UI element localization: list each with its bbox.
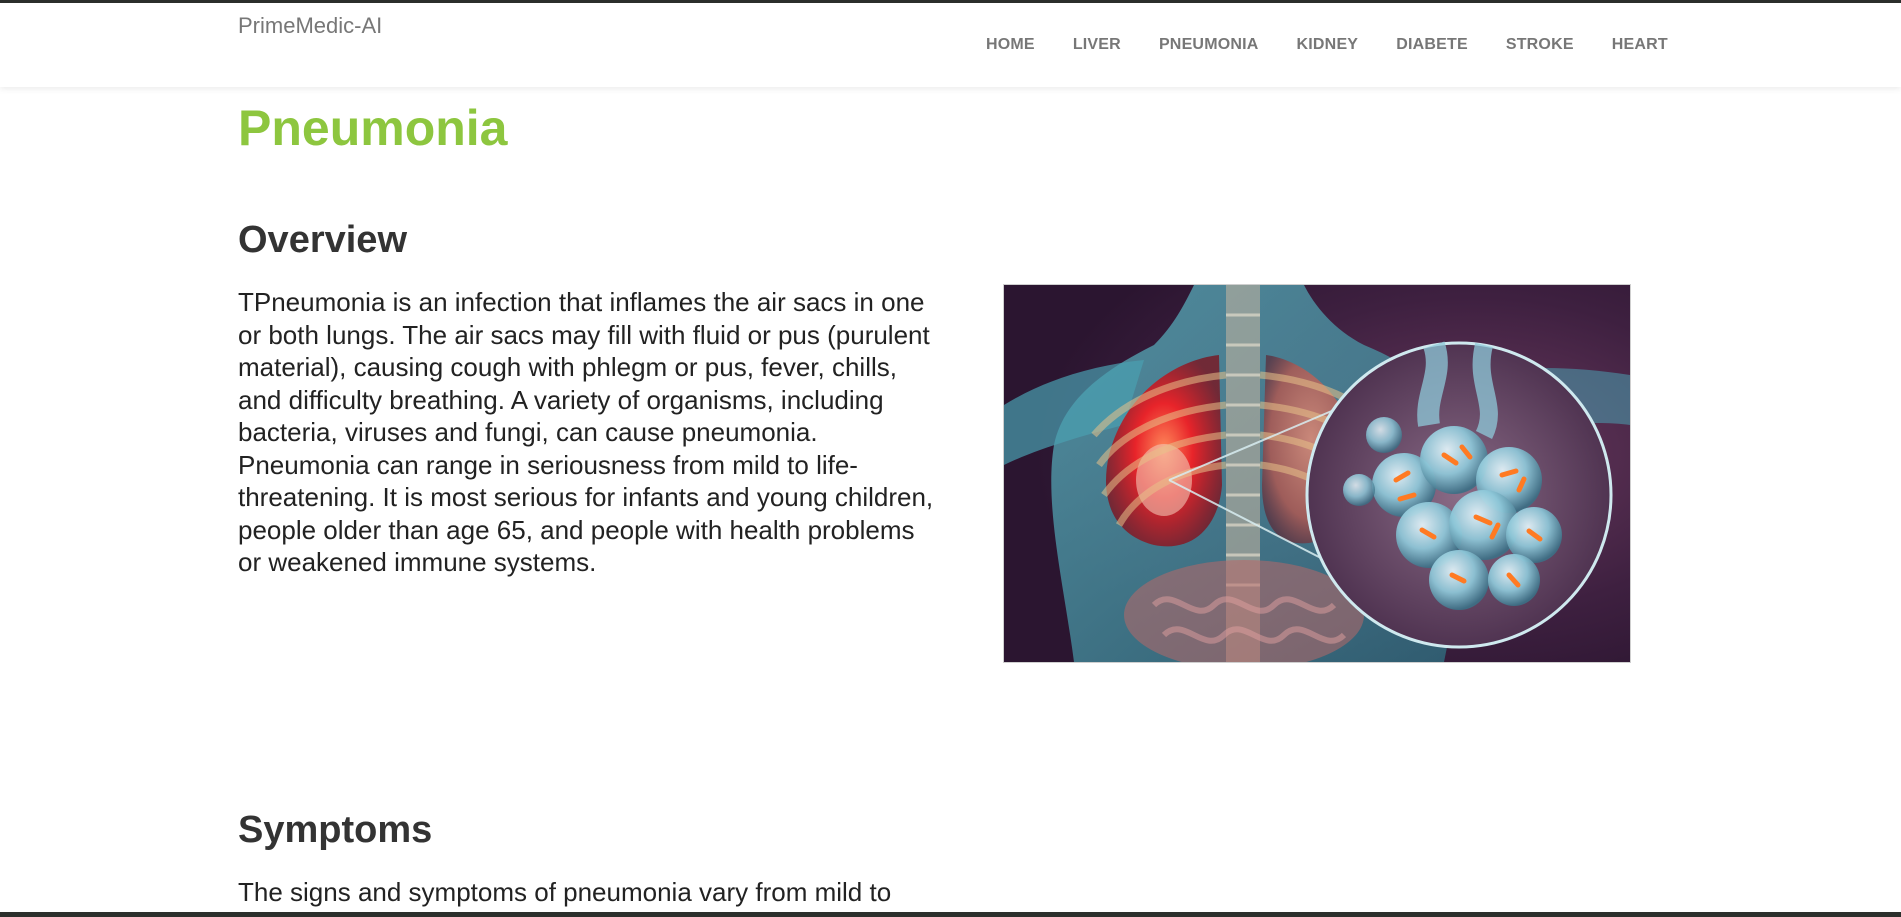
symptoms-paragraph: The signs and symptoms of pneumonia vary… — [238, 877, 892, 907]
pneumonia-lungs-illustration — [1003, 284, 1631, 663]
nav-link-home[interactable]: HOME — [986, 35, 1054, 55]
nav-menu: HOME LIVER PNEUMONIA KIDNEY DIABETE STRO… — [986, 35, 1687, 55]
nav-item-home: HOME — [986, 35, 1054, 55]
nav-item-liver: LIVER — [1054, 35, 1140, 55]
nav-link-diabete[interactable]: DIABETE — [1377, 35, 1487, 55]
navbar: PrimeMedic-AI HOME LIVER PNEUMONIA KIDNE… — [0, 3, 1901, 87]
nav-item-diabete: DIABETE — [1377, 35, 1487, 55]
bottom-border — [0, 912, 1901, 917]
nav-link-kidney[interactable]: KIDNEY — [1278, 35, 1378, 55]
nav-link-pneumonia[interactable]: PNEUMONIA — [1140, 35, 1278, 55]
nav-item-heart: HEART — [1593, 35, 1687, 55]
magnified-alveoli — [1305, 341, 1613, 649]
brand-link[interactable]: PrimeMedic-AI — [238, 12, 382, 40]
symptoms-heading: Symptoms — [238, 809, 433, 851]
nav-link-liver[interactable]: LIVER — [1054, 35, 1140, 55]
overview-heading: Overview — [238, 219, 407, 261]
overview-paragraph: TPneumonia is an infection that inflames… — [238, 287, 934, 577]
nav-link-heart[interactable]: HEART — [1593, 35, 1687, 55]
nav-item-kidney: KIDNEY — [1278, 35, 1378, 55]
page-title: Pneumonia — [238, 100, 508, 156]
nav-item-stroke: STROKE — [1487, 35, 1593, 55]
nav-link-stroke[interactable]: STROKE — [1487, 35, 1593, 55]
nav-item-pneumonia: PNEUMONIA — [1140, 35, 1278, 55]
